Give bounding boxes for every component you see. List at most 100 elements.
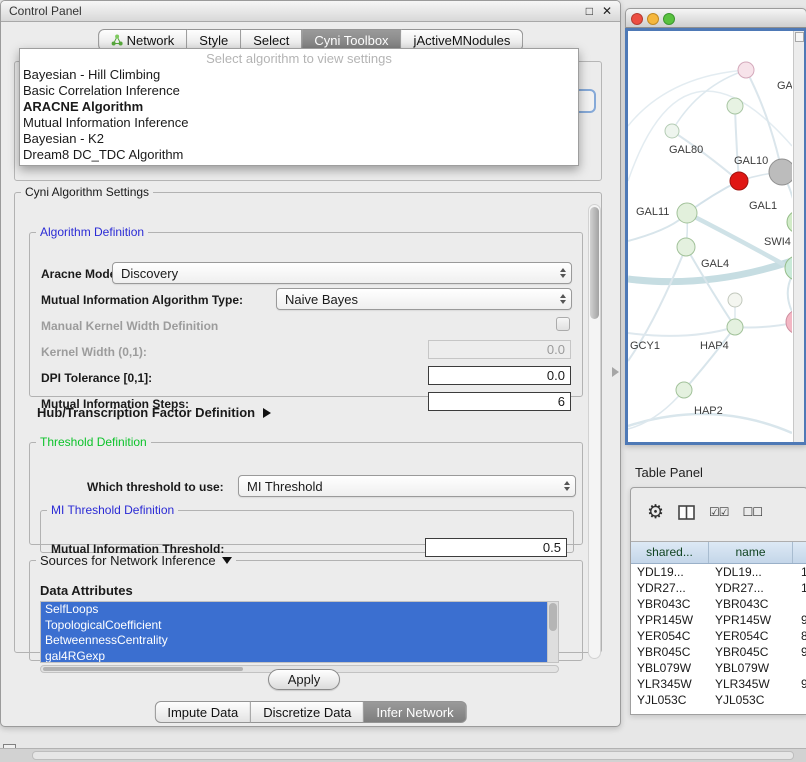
table-row[interactable]: YER054CYER054C8. xyxy=(631,628,806,644)
node-label: GAL10 xyxy=(734,155,768,167)
scrollbar-thumb[interactable] xyxy=(590,207,599,319)
bottom-tab-label: Discretize Data xyxy=(263,705,351,720)
manual-kernel-width-checkbox[interactable] xyxy=(556,317,570,331)
column-header[interactable]: shared... xyxy=(631,542,709,563)
network-node[interactable] xyxy=(677,238,695,256)
algorithm-option[interactable]: Bayesian - Hill Climbing xyxy=(20,67,578,83)
network-node[interactable] xyxy=(677,203,697,223)
network-node[interactable] xyxy=(727,98,743,114)
network-vertical-scrollbar[interactable] xyxy=(793,31,804,442)
tab-label: Cyni Toolbox xyxy=(314,33,388,48)
which-threshold-value: MI Threshold xyxy=(247,479,323,494)
bottom-tab-infer-network[interactable]: Infer Network xyxy=(364,701,466,723)
hub-section-label: Hub/Transcription Factor Definition xyxy=(37,405,255,420)
column-header[interactable] xyxy=(793,542,806,563)
network-window-titlebar[interactable] xyxy=(625,8,806,28)
table-cell: YBR045C xyxy=(709,644,793,660)
mi-steps-field[interactable]: 6 xyxy=(428,392,571,411)
table-row[interactable]: YBR045CYBR045C9. xyxy=(631,644,806,660)
attributes-list-scrollbar[interactable] xyxy=(547,602,558,662)
network-node[interactable] xyxy=(730,172,748,190)
table-cell: YDR27... xyxy=(709,580,793,596)
aracne-mode-select[interactable]: Discovery xyxy=(112,262,572,284)
mi-threshold-definition-group: MI Threshold Definition Mutual Informati… xyxy=(40,503,574,553)
bottom-tab-label: Impute Data xyxy=(167,705,238,720)
sources-title[interactable]: Sources for Network Inference xyxy=(36,553,236,568)
zoom-button[interactable] xyxy=(663,13,675,25)
which-threshold-select[interactable]: MI Threshold xyxy=(238,475,576,497)
splitpane-collapse-arrow[interactable] xyxy=(612,367,619,377)
network-node[interactable] xyxy=(665,124,679,138)
algorithm-option[interactable]: Bayesian - K2 xyxy=(20,131,578,147)
network-canvas[interactable]: GAL80GAL10GAL11GAL1SWI4GAL4GCY1HAP4HAP2G… xyxy=(628,31,792,442)
apply-button[interactable]: Apply xyxy=(268,669,340,690)
algorithm-option[interactable]: Mutual Information Inference xyxy=(20,115,578,131)
table-row[interactable]: YPR145WYPR145W9. xyxy=(631,612,806,628)
table-row[interactable]: YBR043CYBR043C xyxy=(631,596,806,612)
control-panel-titlebar[interactable]: Control Panel □ ✕ xyxy=(1,1,620,22)
checked-pair-icon[interactable]: ☑☑ xyxy=(709,505,729,519)
close-button[interactable] xyxy=(631,13,643,25)
node-label: SWI4 xyxy=(764,236,791,248)
table-body: YDL19...YDL19...13YDR27...YDR27...12YBR0… xyxy=(631,564,806,708)
scrollbar-arrow-box[interactable] xyxy=(795,32,804,42)
network-edge xyxy=(628,327,735,336)
dpi-tolerance-field[interactable]: 0.0 xyxy=(428,366,571,385)
tab-label: jActiveMNodules xyxy=(414,33,511,48)
unchecked-pair-icon[interactable]: ☐☐ xyxy=(743,505,763,519)
data-attributes-label: Data Attributes xyxy=(40,583,133,598)
network-node[interactable] xyxy=(738,62,754,78)
minimize-button[interactable] xyxy=(647,13,659,25)
close-window-icon[interactable]: ✕ xyxy=(602,1,612,22)
node-label: HAP2 xyxy=(694,405,723,417)
network-node[interactable] xyxy=(787,211,792,233)
table-panel-title: Table Panel xyxy=(635,465,703,480)
network-canvas-frame: GAL80GAL10GAL11GAL1SWI4GAL4GCY1HAP4HAP2G… xyxy=(625,28,806,445)
network-node[interactable] xyxy=(728,293,742,307)
table-cell: YER054C xyxy=(631,628,709,644)
manual-kernel-width-label: Manual Kernel Width Definition xyxy=(41,319,218,333)
bottom-tab-impute-data[interactable]: Impute Data xyxy=(154,701,251,723)
table-cell: 8. xyxy=(793,628,806,644)
network-node[interactable] xyxy=(786,310,792,334)
table-row[interactable]: YBL079WYBL079W xyxy=(631,660,806,676)
settings-scrollbar[interactable] xyxy=(588,204,601,659)
control-panel-window: Control Panel □ ✕ NetworkStyleSelectCyni… xyxy=(0,0,621,727)
bottom-tab-discretize-data[interactable]: Discretize Data xyxy=(251,701,364,723)
attribute-item[interactable]: TopologicalCoefficient xyxy=(41,618,547,634)
table-cell: YPR145W xyxy=(709,612,793,628)
tab-label: Network xyxy=(127,33,175,48)
kernel-width-field: 0.0 xyxy=(428,340,571,359)
sources-title-label: Sources for Network Inference xyxy=(40,553,216,568)
algorithm-option[interactable]: ARACNE Algorithm xyxy=(20,99,578,115)
network-edge xyxy=(684,327,735,390)
attribute-item[interactable]: gal4RGexp xyxy=(41,649,547,664)
mi-algorithm-type-select[interactable]: Naive Bayes xyxy=(276,288,572,310)
scrollbar-thumb[interactable] xyxy=(549,603,557,631)
attribute-item[interactable]: SelfLoops xyxy=(41,602,547,618)
settings-gear-icon[interactable]: ⚙ xyxy=(647,501,664,524)
table-row[interactable]: YJL053CYJL053C xyxy=(631,692,806,708)
table-cell: 9. xyxy=(793,676,806,692)
table-row[interactable]: YDL19...YDL19...13 xyxy=(631,564,806,580)
attribute-item[interactable]: BetweennessCentrality xyxy=(41,633,547,649)
table-row[interactable]: YLR345WYLR345W9. xyxy=(631,676,806,692)
column-layout-icon[interactable] xyxy=(678,505,695,520)
data-attributes-list[interactable]: SelfLoopsTopologicalCoefficientBetweenne… xyxy=(40,601,559,663)
algorithm-definition-title: Algorithm Definition xyxy=(36,225,148,239)
float-window-icon[interactable]: □ xyxy=(586,1,593,22)
network-edge xyxy=(628,91,792,181)
algorithm-option[interactable]: Basic Correlation Inference xyxy=(20,83,578,99)
table-cell xyxy=(793,596,806,612)
scrollbar-thumb[interactable] xyxy=(43,667,243,671)
table-row[interactable]: YDR27...YDR27...12 xyxy=(631,580,806,596)
cyni-mode-tabs: Impute Data Discretize Data Infer Network xyxy=(154,701,466,723)
hub-transcription-factor-section[interactable]: Hub/Transcription Factor Definition xyxy=(37,405,271,420)
network-node[interactable] xyxy=(727,319,743,335)
algorithm-option[interactable]: Dream8 DC_TDC Algorithm xyxy=(20,147,578,163)
network-node[interactable] xyxy=(769,159,792,185)
column-header[interactable]: name xyxy=(709,542,793,563)
table-panel-window: ⚙ ☑☑ ☐☐ shared...name YDL19...YDL19...13YD… xyxy=(630,487,806,715)
table-cell xyxy=(793,692,806,708)
network-node[interactable] xyxy=(676,382,692,398)
